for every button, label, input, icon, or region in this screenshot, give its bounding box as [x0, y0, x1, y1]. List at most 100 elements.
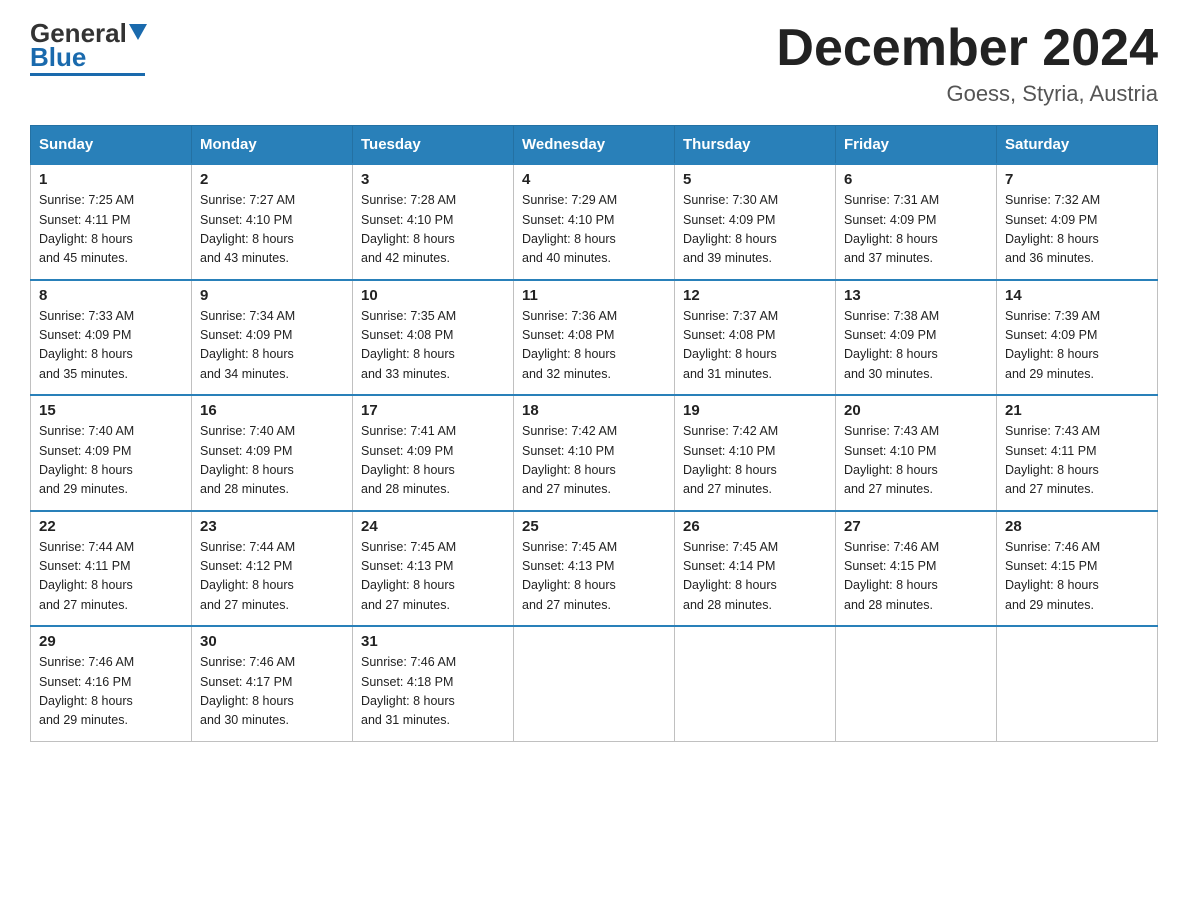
day-number: 21: [1005, 402, 1149, 419]
day-info: Sunrise: 7:34 AM Sunset: 4:09 PM Dayligh…: [200, 307, 344, 385]
day-number: 9: [200, 287, 344, 304]
weekday-header-sunday: Sunday: [31, 126, 192, 165]
day-number: 15: [39, 402, 183, 419]
day-info: Sunrise: 7:38 AM Sunset: 4:09 PM Dayligh…: [844, 307, 988, 385]
page-title: December 2024: [776, 20, 1158, 77]
calendar-cell: 7 Sunrise: 7:32 AM Sunset: 4:09 PM Dayli…: [997, 164, 1158, 280]
weekday-header-friday: Friday: [836, 126, 997, 165]
day-info: Sunrise: 7:46 AM Sunset: 4:15 PM Dayligh…: [844, 538, 988, 616]
day-info: Sunrise: 7:46 AM Sunset: 4:17 PM Dayligh…: [200, 653, 344, 731]
day-info: Sunrise: 7:46 AM Sunset: 4:18 PM Dayligh…: [361, 653, 505, 731]
calendar-cell: 30 Sunrise: 7:46 AM Sunset: 4:17 PM Dayl…: [192, 626, 353, 741]
day-info: Sunrise: 7:45 AM Sunset: 4:13 PM Dayligh…: [361, 538, 505, 616]
day-number: 1: [39, 171, 183, 188]
day-info: Sunrise: 7:35 AM Sunset: 4:08 PM Dayligh…: [361, 307, 505, 385]
calendar-cell: 23 Sunrise: 7:44 AM Sunset: 4:12 PM Dayl…: [192, 511, 353, 627]
calendar-cell: 5 Sunrise: 7:30 AM Sunset: 4:09 PM Dayli…: [675, 164, 836, 280]
day-number: 30: [200, 633, 344, 650]
calendar-cell: 6 Sunrise: 7:31 AM Sunset: 4:09 PM Dayli…: [836, 164, 997, 280]
weekday-header-thursday: Thursday: [675, 126, 836, 165]
weekday-header-monday: Monday: [192, 126, 353, 165]
calendar-cell: 19 Sunrise: 7:42 AM Sunset: 4:10 PM Dayl…: [675, 395, 836, 511]
calendar-cell: 17 Sunrise: 7:41 AM Sunset: 4:09 PM Dayl…: [353, 395, 514, 511]
calendar-cell: 29 Sunrise: 7:46 AM Sunset: 4:16 PM Dayl…: [31, 626, 192, 741]
day-info: Sunrise: 7:31 AM Sunset: 4:09 PM Dayligh…: [844, 191, 988, 269]
weekday-header-wednesday: Wednesday: [514, 126, 675, 165]
calendar-cell: 12 Sunrise: 7:37 AM Sunset: 4:08 PM Dayl…: [675, 280, 836, 396]
calendar-cell: 20 Sunrise: 7:43 AM Sunset: 4:10 PM Dayl…: [836, 395, 997, 511]
day-info: Sunrise: 7:28 AM Sunset: 4:10 PM Dayligh…: [361, 191, 505, 269]
calendar-cell: 10 Sunrise: 7:35 AM Sunset: 4:08 PM Dayl…: [353, 280, 514, 396]
day-info: Sunrise: 7:29 AM Sunset: 4:10 PM Dayligh…: [522, 191, 666, 269]
day-info: Sunrise: 7:44 AM Sunset: 4:11 PM Dayligh…: [39, 538, 183, 616]
weekday-header-saturday: Saturday: [997, 126, 1158, 165]
calendar-cell: 18 Sunrise: 7:42 AM Sunset: 4:10 PM Dayl…: [514, 395, 675, 511]
title-area: December 2024 Goess, Styria, Austria: [776, 20, 1158, 107]
day-info: Sunrise: 7:42 AM Sunset: 4:10 PM Dayligh…: [683, 422, 827, 500]
day-info: Sunrise: 7:44 AM Sunset: 4:12 PM Dayligh…: [200, 538, 344, 616]
calendar-cell: 14 Sunrise: 7:39 AM Sunset: 4:09 PM Dayl…: [997, 280, 1158, 396]
day-number: 10: [361, 287, 505, 304]
day-info: Sunrise: 7:27 AM Sunset: 4:10 PM Dayligh…: [200, 191, 344, 269]
day-number: 8: [39, 287, 183, 304]
calendar-cell: 22 Sunrise: 7:44 AM Sunset: 4:11 PM Dayl…: [31, 511, 192, 627]
day-info: Sunrise: 7:41 AM Sunset: 4:09 PM Dayligh…: [361, 422, 505, 500]
page-header: General Blue December 2024 Goess, Styria…: [30, 20, 1158, 107]
day-number: 6: [844, 171, 988, 188]
logo-blue-text: Blue: [30, 44, 86, 70]
day-number: 22: [39, 518, 183, 535]
day-number: 5: [683, 171, 827, 188]
day-number: 25: [522, 518, 666, 535]
day-number: 2: [200, 171, 344, 188]
calendar-week-row: 29 Sunrise: 7:46 AM Sunset: 4:16 PM Dayl…: [31, 626, 1158, 741]
day-info: Sunrise: 7:37 AM Sunset: 4:08 PM Dayligh…: [683, 307, 827, 385]
calendar-week-row: 8 Sunrise: 7:33 AM Sunset: 4:09 PM Dayli…: [31, 280, 1158, 396]
calendar-cell: 15 Sunrise: 7:40 AM Sunset: 4:09 PM Dayl…: [31, 395, 192, 511]
calendar-cell: 26 Sunrise: 7:45 AM Sunset: 4:14 PM Dayl…: [675, 511, 836, 627]
calendar-cell: 28 Sunrise: 7:46 AM Sunset: 4:15 PM Dayl…: [997, 511, 1158, 627]
day-info: Sunrise: 7:40 AM Sunset: 4:09 PM Dayligh…: [200, 422, 344, 500]
calendar-cell: 3 Sunrise: 7:28 AM Sunset: 4:10 PM Dayli…: [353, 164, 514, 280]
weekday-header-tuesday: Tuesday: [353, 126, 514, 165]
calendar-week-row: 1 Sunrise: 7:25 AM Sunset: 4:11 PM Dayli…: [31, 164, 1158, 280]
day-info: Sunrise: 7:42 AM Sunset: 4:10 PM Dayligh…: [522, 422, 666, 500]
page-subtitle: Goess, Styria, Austria: [776, 81, 1158, 107]
day-info: Sunrise: 7:33 AM Sunset: 4:09 PM Dayligh…: [39, 307, 183, 385]
day-number: 23: [200, 518, 344, 535]
day-info: Sunrise: 7:39 AM Sunset: 4:09 PM Dayligh…: [1005, 307, 1149, 385]
day-number: 3: [361, 171, 505, 188]
day-info: Sunrise: 7:45 AM Sunset: 4:14 PM Dayligh…: [683, 538, 827, 616]
calendar-week-row: 15 Sunrise: 7:40 AM Sunset: 4:09 PM Dayl…: [31, 395, 1158, 511]
calendar-cell: [836, 626, 997, 741]
logo-underline: [30, 73, 145, 76]
calendar-cell: 31 Sunrise: 7:46 AM Sunset: 4:18 PM Dayl…: [353, 626, 514, 741]
day-number: 7: [1005, 171, 1149, 188]
day-number: 18: [522, 402, 666, 419]
day-number: 28: [1005, 518, 1149, 535]
calendar-cell: [997, 626, 1158, 741]
day-info: Sunrise: 7:46 AM Sunset: 4:15 PM Dayligh…: [1005, 538, 1149, 616]
calendar-cell: 11 Sunrise: 7:36 AM Sunset: 4:08 PM Dayl…: [514, 280, 675, 396]
calendar-table: SundayMondayTuesdayWednesdayThursdayFrid…: [30, 125, 1158, 742]
day-info: Sunrise: 7:25 AM Sunset: 4:11 PM Dayligh…: [39, 191, 183, 269]
calendar-cell: 1 Sunrise: 7:25 AM Sunset: 4:11 PM Dayli…: [31, 164, 192, 280]
calendar-cell: [675, 626, 836, 741]
calendar-cell: 16 Sunrise: 7:40 AM Sunset: 4:09 PM Dayl…: [192, 395, 353, 511]
day-number: 11: [522, 287, 666, 304]
day-number: 19: [683, 402, 827, 419]
day-info: Sunrise: 7:45 AM Sunset: 4:13 PM Dayligh…: [522, 538, 666, 616]
day-info: Sunrise: 7:36 AM Sunset: 4:08 PM Dayligh…: [522, 307, 666, 385]
calendar-cell: 9 Sunrise: 7:34 AM Sunset: 4:09 PM Dayli…: [192, 280, 353, 396]
day-info: Sunrise: 7:32 AM Sunset: 4:09 PM Dayligh…: [1005, 191, 1149, 269]
day-number: 24: [361, 518, 505, 535]
day-number: 31: [361, 633, 505, 650]
day-number: 12: [683, 287, 827, 304]
day-info: Sunrise: 7:43 AM Sunset: 4:10 PM Dayligh…: [844, 422, 988, 500]
calendar-cell: 27 Sunrise: 7:46 AM Sunset: 4:15 PM Dayl…: [836, 511, 997, 627]
day-number: 17: [361, 402, 505, 419]
day-number: 16: [200, 402, 344, 419]
calendar-week-row: 22 Sunrise: 7:44 AM Sunset: 4:11 PM Dayl…: [31, 511, 1158, 627]
calendar-cell: 4 Sunrise: 7:29 AM Sunset: 4:10 PM Dayli…: [514, 164, 675, 280]
calendar-cell: 8 Sunrise: 7:33 AM Sunset: 4:09 PM Dayli…: [31, 280, 192, 396]
calendar-cell: 2 Sunrise: 7:27 AM Sunset: 4:10 PM Dayli…: [192, 164, 353, 280]
